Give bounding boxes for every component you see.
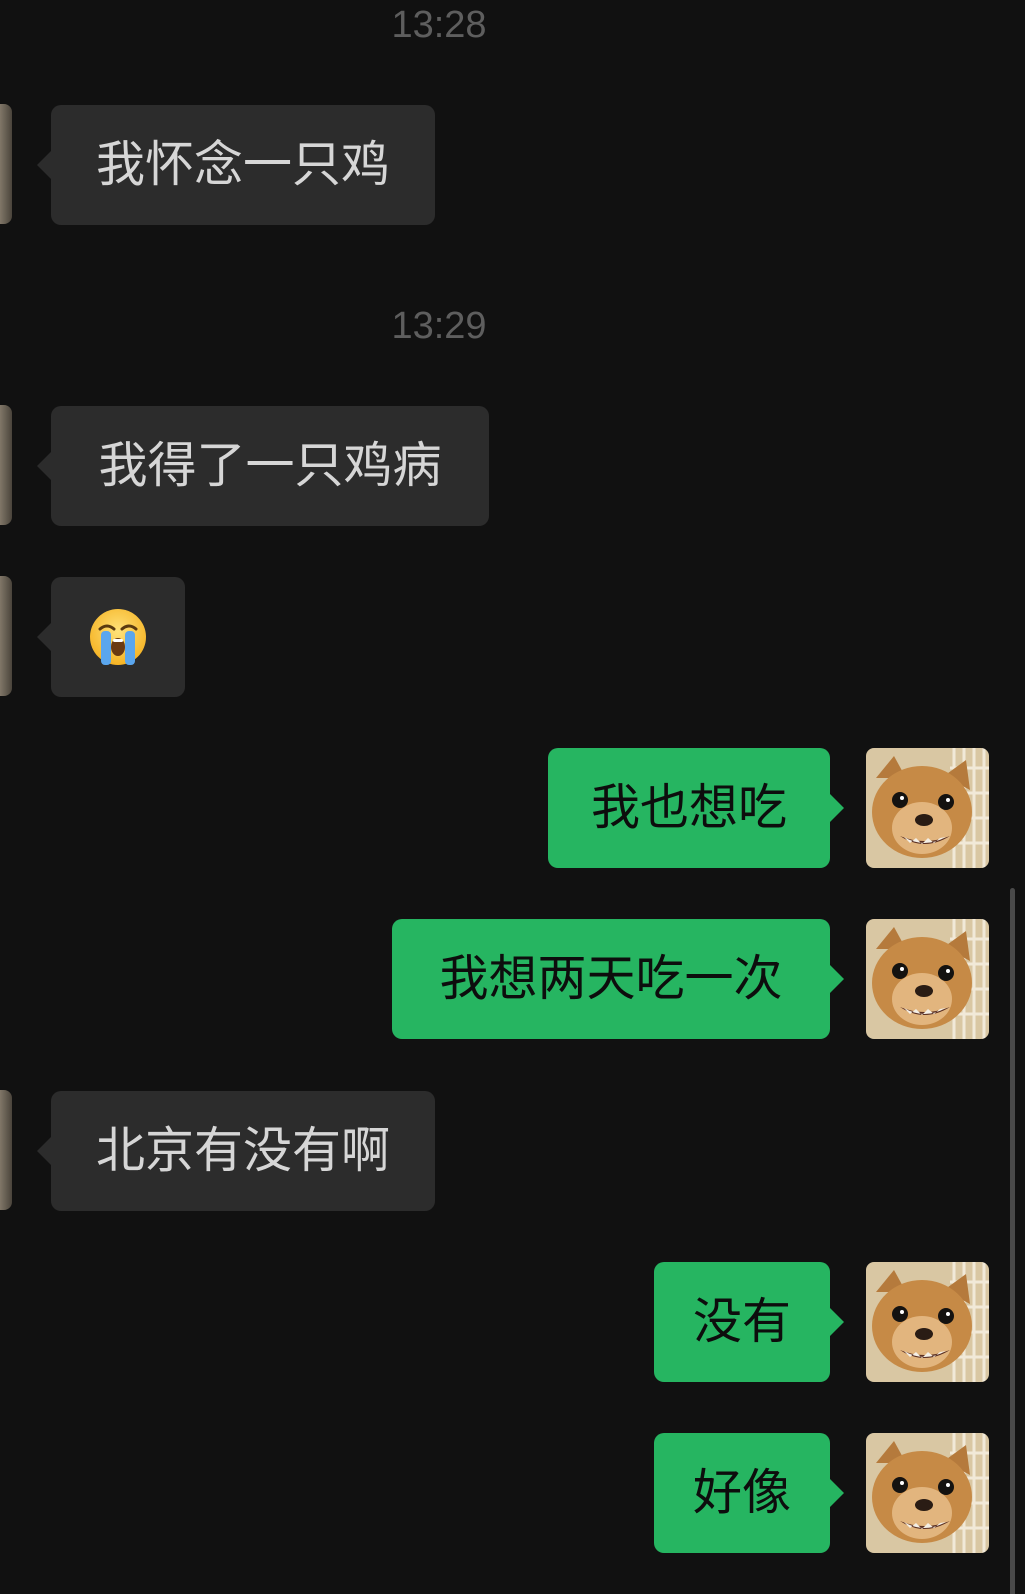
bubble-tail	[37, 623, 51, 651]
message-text: 我也想吃	[590, 781, 787, 835]
bubble-tail	[37, 1137, 51, 1165]
bubble-tail	[37, 452, 51, 480]
chat-screen[interactable]: 13:28 我怀念一只鸡 13:29 我得了一只鸡病 我也想吃 我想两天吃一次 …	[0, 0, 1025, 1594]
contact-avatar[interactable]	[0, 405, 12, 525]
bubble-tail	[830, 1479, 844, 1507]
contact-avatar[interactable]	[0, 576, 12, 696]
chihuahua-avatar-icon[interactable]	[866, 1433, 989, 1553]
scrollbar[interactable]	[1010, 888, 1015, 1594]
bubble-tail	[830, 1308, 844, 1336]
chihuahua-avatar-icon[interactable]	[866, 919, 989, 1039]
timestamp: 13:29	[391, 305, 487, 347]
message-text: 好像	[692, 1466, 791, 1520]
contact-avatar[interactable]	[0, 104, 12, 224]
message-text: 没有	[692, 1295, 791, 1349]
message-text: 我想两天吃一次	[439, 952, 783, 1006]
message-bubble-incoming[interactable]: 我怀念一只鸡	[37, 105, 435, 225]
message-bubble-outgoing[interactable]: 没有	[654, 1262, 844, 1382]
message-bubble-outgoing[interactable]: 我也想吃	[548, 748, 844, 868]
message-text: 我怀念一只鸡	[95, 138, 390, 192]
loudly-crying-face-icon	[88, 607, 148, 667]
message-text: 北京有没有啊	[95, 1124, 390, 1178]
chihuahua-avatar-icon[interactable]	[866, 748, 989, 868]
message-bubble-outgoing[interactable]: 我想两天吃一次	[392, 919, 844, 1039]
message-bubble-incoming[interactable]: 我得了一只鸡病	[37, 406, 489, 526]
message-bubble-incoming[interactable]: 北京有没有啊	[37, 1091, 435, 1211]
message-bubble-incoming[interactable]	[37, 577, 185, 697]
message-bubble-outgoing[interactable]: 好像	[654, 1433, 844, 1553]
timestamp: 13:28	[391, 4, 487, 46]
bubble-tail	[37, 151, 51, 179]
bubble-tail	[830, 794, 844, 822]
chihuahua-avatar-icon[interactable]	[866, 1262, 989, 1382]
contact-avatar[interactable]	[0, 1090, 12, 1210]
bubble-tail	[830, 965, 844, 993]
message-text: 我得了一只鸡病	[98, 439, 442, 493]
